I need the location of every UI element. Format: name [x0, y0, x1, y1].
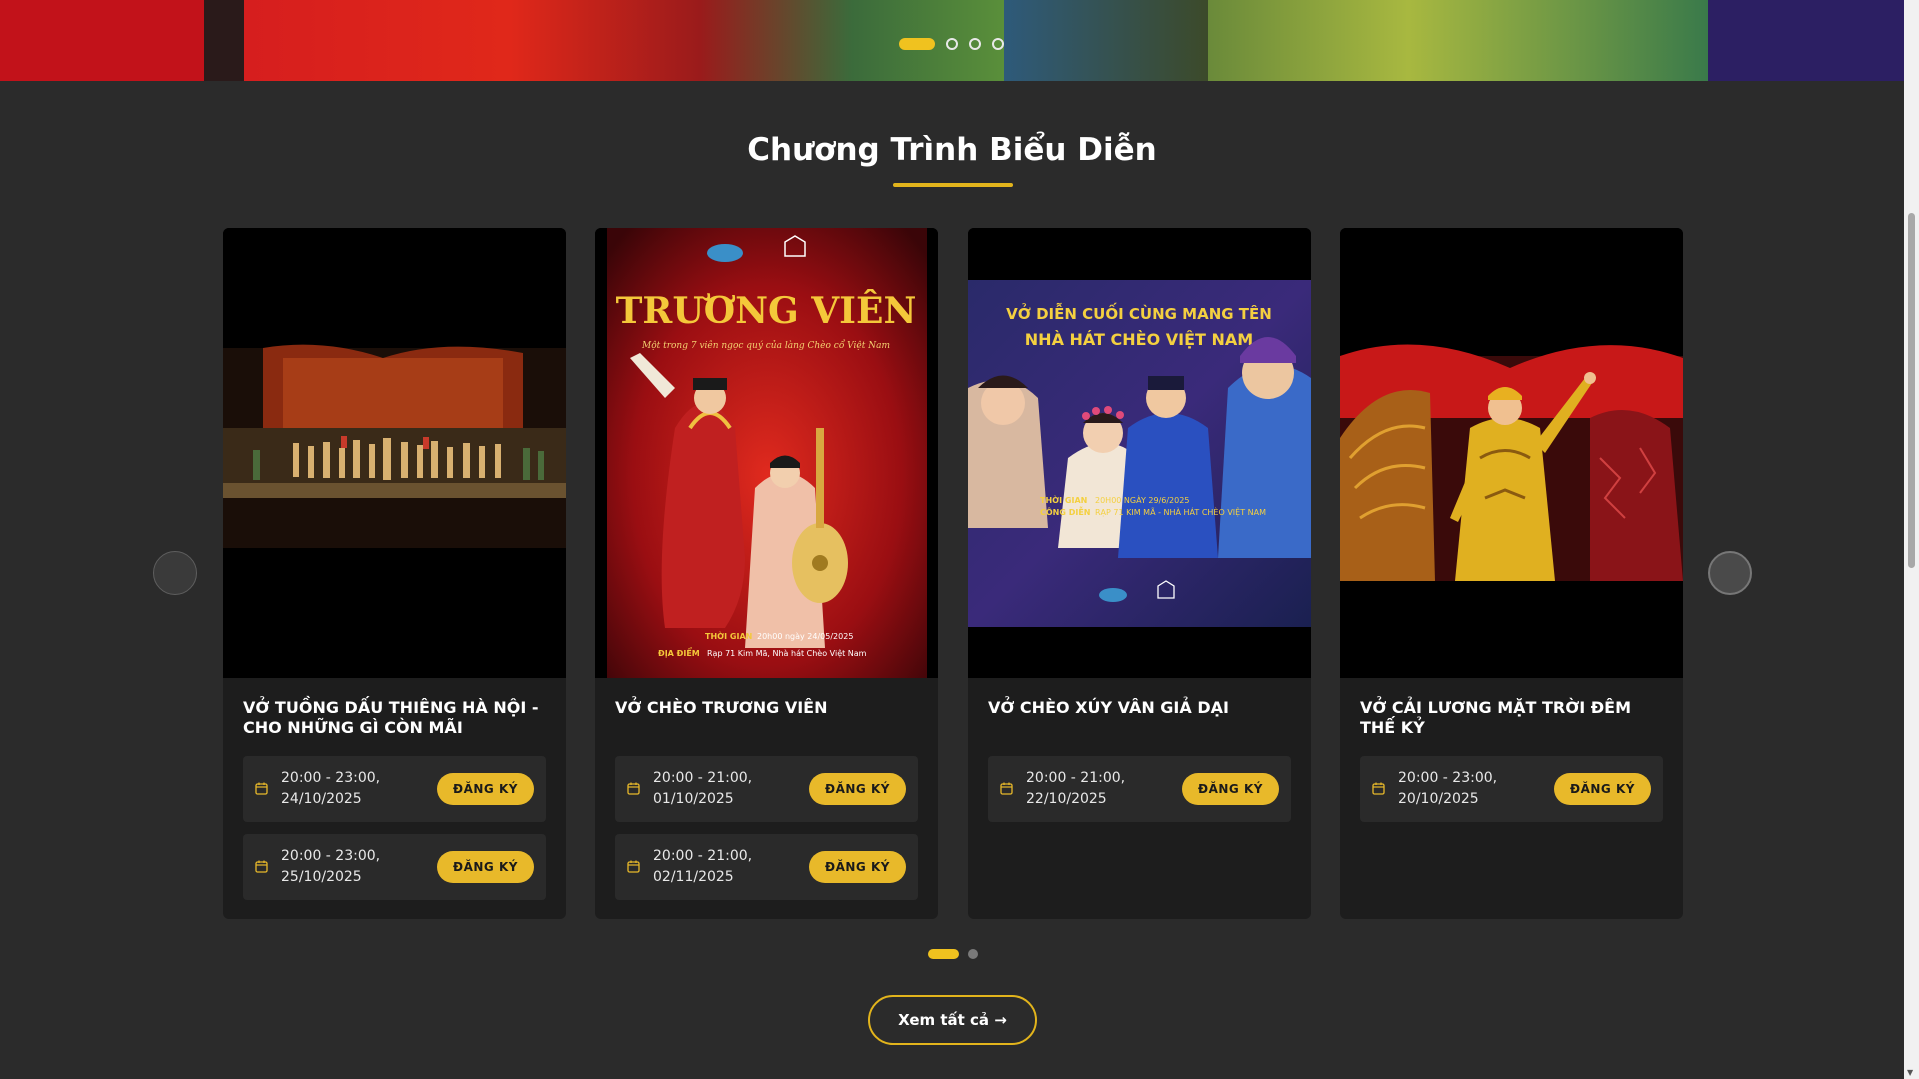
- show-title[interactable]: VỞ CHÈO TRƯƠNG VIÊN: [615, 698, 920, 718]
- show-card[interactable]: VỞ CẢI LƯƠNG MẶT TRỜI ĐÊM THẾ KỶ 20:00 -…: [1340, 228, 1683, 919]
- poster-time-label: THỜI GIAN: [705, 630, 752, 641]
- hero-image-segment: [1004, 0, 1208, 81]
- poster-time-value: 20H00 NGÀY 29/6/2025: [1095, 494, 1189, 505]
- show-time: 20:00 - 21:00, 01/10/2025: [653, 768, 793, 810]
- hero-dot-1[interactable]: [899, 38, 935, 50]
- show-time-range: 20:00 - 21:00,: [653, 770, 753, 786]
- calendar-icon: [255, 782, 268, 795]
- carousel-next-button[interactable]: [1708, 551, 1752, 595]
- register-button[interactable]: ĐĂNG KÝ: [1554, 773, 1651, 805]
- show-card[interactable]: TRƯƠNG VIÊN Một trong 7 viên ngọc quý củ…: [595, 228, 938, 919]
- calendar-icon: [255, 860, 268, 873]
- poster-time-value: 20h00 ngày 24/05/2025: [757, 632, 853, 641]
- pager-dot-2[interactable]: [968, 949, 978, 959]
- show-time: 20:00 - 23:00, 20/10/2025: [1398, 768, 1538, 810]
- calendar-icon: [1372, 782, 1385, 795]
- show-date: 25/10/2025: [281, 869, 362, 885]
- xuy-van-poster: VỞ DIỄN CUỐI CÙNG MANG TÊN NHÀ HÁT CHÈO …: [968, 228, 1311, 678]
- hero-dot-2[interactable]: [946, 38, 958, 50]
- register-button[interactable]: ĐĂNG KÝ: [437, 851, 534, 883]
- show-poster-image[interactable]: VỞ DIỄN CUỐI CÙNG MANG TÊN NHÀ HÁT CHÈO …: [968, 228, 1311, 678]
- show-time-range: 20:00 - 21:00,: [653, 848, 753, 864]
- show-time: 20:00 - 21:00, 22/10/2025: [1026, 768, 1166, 810]
- show-date: 20/10/2025: [1398, 791, 1479, 807]
- title-underline: [893, 183, 1013, 187]
- calendar-icon: [627, 782, 640, 795]
- hero-image-segment: [1208, 0, 1708, 81]
- poster-tagline: Một trong 7 viên ngọc quý của làng Chèo …: [641, 339, 890, 351]
- register-button[interactable]: ĐĂNG KÝ: [809, 851, 906, 883]
- pager-dot-1[interactable]: [928, 949, 959, 959]
- show-date: 24/10/2025: [281, 791, 362, 807]
- show-session: 20:00 - 23:00, 25/10/2025 ĐĂNG KÝ: [243, 834, 546, 900]
- page-scrollbar[interactable]: ▼: [1904, 0, 1919, 1079]
- hero-image-segment: [1708, 0, 1904, 81]
- show-date: 02/11/2025: [653, 869, 734, 885]
- show-session: 20:00 - 21:00, 22/10/2025 ĐĂNG KÝ: [988, 756, 1291, 822]
- show-title[interactable]: VỞ CẢI LƯƠNG MẶT TRỜI ĐÊM THẾ KỶ: [1360, 698, 1665, 738]
- show-time-range: 20:00 - 21:00,: [1026, 770, 1126, 786]
- register-button[interactable]: ĐĂNG KÝ: [1182, 773, 1279, 805]
- show-session: 20:00 - 21:00, 01/10/2025 ĐĂNG KÝ: [615, 756, 918, 822]
- hero-image-segment: [0, 0, 204, 81]
- show-card[interactable]: VỞ TUỒNG DẤU THIÊNG HÀ NỘI - CHO NHỮNG G…: [223, 228, 566, 919]
- show-title[interactable]: VỞ TUỒNG DẤU THIÊNG HÀ NỘI - CHO NHỮNG G…: [243, 698, 548, 738]
- calendar-icon: [1000, 782, 1013, 795]
- carousel-pagination: [928, 949, 978, 959]
- truong-vien-poster: TRƯƠNG VIÊN Một trong 7 viên ngọc quý củ…: [595, 228, 938, 678]
- poster-place-value: RẠP 71 KIM MÃ - NHÀ HÁT CHÈO VIỆT NAM: [1095, 506, 1266, 518]
- show-poster-image[interactable]: [223, 228, 566, 678]
- show-time-range: 20:00 - 23:00,: [281, 848, 381, 864]
- hero-pagination: [899, 38, 1004, 50]
- hero-image-segment: [204, 0, 244, 81]
- poster-headline-line2: NHÀ HÁT CHÈO VIỆT NAM: [1025, 329, 1253, 349]
- poster-headline-line1: VỞ DIỄN CUỐI CÙNG MANG TÊN: [1006, 302, 1272, 323]
- show-date: 01/10/2025: [653, 791, 734, 807]
- carousel-prev-button[interactable]: [153, 551, 197, 595]
- hero-banner: [0, 0, 1904, 81]
- section-title: Chương Trình Biểu Diễn: [747, 132, 1157, 168]
- calendar-icon: [627, 860, 640, 873]
- show-poster-image[interactable]: TRƯƠNG VIÊN Một trong 7 viên ngọc quý củ…: [595, 228, 938, 678]
- show-session: 20:00 - 21:00, 02/11/2025 ĐĂNG KÝ: [615, 834, 918, 900]
- show-card[interactable]: VỞ DIỄN CUỐI CÙNG MANG TÊN NHÀ HÁT CHÈO …: [968, 228, 1311, 919]
- poster-time-label-1: THỜI GIAN: [1040, 494, 1087, 505]
- register-button[interactable]: ĐĂNG KÝ: [437, 773, 534, 805]
- scroll-down-arrow-icon[interactable]: ▼: [1907, 1068, 1913, 1077]
- view-all-button[interactable]: Xem tất cả →: [868, 995, 1037, 1045]
- show-time: 20:00 - 23:00, 24/10/2025: [281, 768, 421, 810]
- scrollbar-thumb[interactable]: [1908, 213, 1915, 568]
- show-time-range: 20:00 - 23:00,: [281, 770, 381, 786]
- hero-dot-3[interactable]: [969, 38, 981, 50]
- show-poster-image[interactable]: [1340, 228, 1683, 678]
- show-time: 20:00 - 21:00, 02/11/2025: [653, 846, 793, 888]
- hero-dot-4[interactable]: [992, 38, 1004, 50]
- show-date: 22/10/2025: [1026, 791, 1107, 807]
- show-session: 20:00 - 23:00, 20/10/2025 ĐĂNG KÝ: [1360, 756, 1663, 822]
- show-time-range: 20:00 - 23:00,: [1398, 770, 1498, 786]
- show-session: 20:00 - 23:00, 24/10/2025 ĐĂNG KÝ: [243, 756, 546, 822]
- register-button[interactable]: ĐĂNG KÝ: [809, 773, 906, 805]
- hero-image-segment: [244, 0, 1004, 81]
- stage-photo: [1340, 228, 1683, 678]
- show-title[interactable]: VỞ CHÈO XÚY VÂN GIẢ DẠI: [988, 698, 1293, 718]
- show-time: 20:00 - 23:00, 25/10/2025: [281, 846, 421, 888]
- poster-headline: TRƯƠNG VIÊN: [616, 290, 917, 332]
- stage-photo: [223, 228, 566, 678]
- poster-place-value: Rạp 71 Kim Mã, Nhà hát Chèo Việt Nam: [707, 648, 867, 659]
